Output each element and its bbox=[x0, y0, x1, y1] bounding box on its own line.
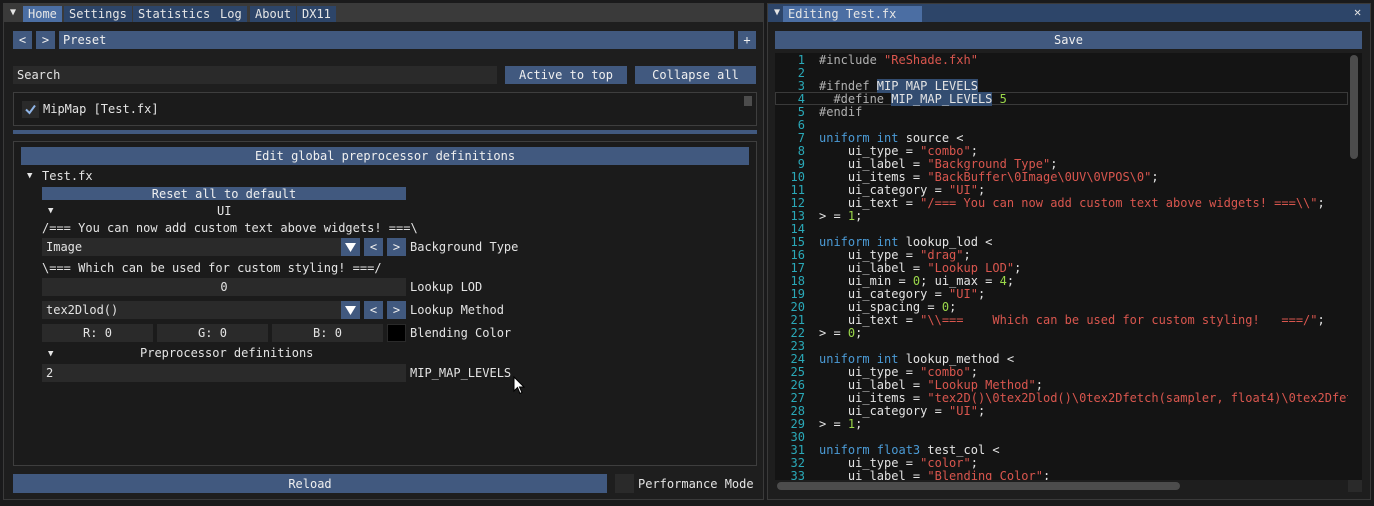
main-titlebar: ▼ Home Settings Statistics Log About DX1… bbox=[4, 4, 763, 22]
effect-list-scrollbar[interactable] bbox=[744, 96, 752, 106]
color-r-value: R: 0 bbox=[83, 326, 112, 340]
line-number: 33 bbox=[790, 469, 805, 481]
reload-button[interactable]: Reload bbox=[13, 474, 607, 493]
lookup-method-prev-button[interactable]: < bbox=[364, 301, 383, 319]
code-text: > = 1; bbox=[819, 417, 863, 431]
active-to-top-button[interactable]: Active to top bbox=[505, 66, 627, 84]
add-preset-button[interactable]: + bbox=[738, 31, 756, 49]
file-node-arrow-icon[interactable]: ▼ bbox=[27, 170, 32, 183]
editor-titlebar: ▼ Editing Test.fx ✕ bbox=[768, 4, 1370, 22]
category-arrow-icon[interactable]: ▼ bbox=[48, 205, 53, 218]
tab-home[interactable]: Home bbox=[23, 6, 62, 22]
blending-color-label: Blending Color bbox=[410, 326, 512, 340]
effect-checkbox[interactable] bbox=[22, 101, 39, 118]
lookup-method-label: Lookup Method bbox=[410, 303, 504, 317]
code-editor[interactable]: 1 #include "ReShade.fxh" 2 3 #ifndef MIP_MAP… bbox=[775, 53, 1362, 480]
background-type-value: Image bbox=[46, 240, 83, 254]
code-line[interactable]: 1 #include "ReShade.fxh" bbox=[775, 54, 1348, 67]
effect-item-label[interactable]: MipMap [Test.fx] bbox=[43, 103, 159, 116]
code-lines: 1 #include "ReShade.fxh" 2 3 #ifndef MIP_MAP… bbox=[775, 53, 1348, 481]
performance-mode-label: Performance Mode bbox=[638, 477, 754, 491]
preprocessor-arrow-icon[interactable]: ▼ bbox=[48, 348, 53, 361]
tab-settings[interactable]: Settings bbox=[64, 6, 132, 22]
color-b-input[interactable]: B: 0 bbox=[272, 324, 383, 342]
code-text: #endif bbox=[819, 105, 863, 119]
color-r-input[interactable]: R: 0 bbox=[42, 324, 153, 342]
background-type-label: Background Type bbox=[410, 240, 519, 254]
tab-dx11[interactable]: DX11 bbox=[297, 6, 336, 22]
custom-text-bottom: \=== Which can be used for custom stylin… bbox=[42, 261, 382, 275]
save-button[interactable]: Save bbox=[775, 31, 1362, 49]
preprocessor-header[interactable]: Preprocessor definitions bbox=[140, 347, 313, 360]
scroll-corner bbox=[1348, 480, 1362, 492]
background-type-dropdown-button[interactable] bbox=[341, 238, 360, 256]
mouse-cursor-icon bbox=[513, 376, 525, 395]
check-icon bbox=[25, 104, 36, 115]
file-node-label[interactable]: Test.fx bbox=[42, 170, 93, 183]
color-g-input[interactable]: G: 0 bbox=[157, 324, 268, 342]
editor-title-tab[interactable]: Editing Test.fx bbox=[783, 6, 922, 22]
preset-name: Preset bbox=[63, 33, 107, 47]
code-line[interactable]: 33 ui_label = "Blending Color"; bbox=[775, 469, 1348, 481]
tab-about[interactable]: About bbox=[250, 6, 297, 22]
tab-statistics[interactable]: Statistics bbox=[133, 6, 216, 22]
code-text: > = 0; bbox=[819, 326, 863, 340]
lookup-method-value: tex2Dlod() bbox=[46, 303, 119, 317]
performance-mode-checkbox[interactable] bbox=[615, 474, 634, 493]
preset-selector[interactable]: Preset bbox=[59, 31, 734, 49]
category-ui-label[interactable]: UI bbox=[217, 205, 231, 218]
lookup-lod-label: Lookup LOD bbox=[410, 280, 483, 294]
chevron-down-icon bbox=[345, 305, 356, 315]
code-text: ui_text = "/=== You can now add custom t… bbox=[819, 196, 1325, 210]
code-text: #include "ReShade.fxh" bbox=[819, 53, 978, 67]
collapse-all-button[interactable]: Collapse all bbox=[635, 66, 756, 84]
tab-log[interactable]: Log bbox=[215, 6, 247, 22]
collapse-window-icon[interactable]: ▼ bbox=[774, 6, 780, 19]
lookup-method-dropdown-button[interactable] bbox=[341, 301, 360, 319]
color-swatch[interactable] bbox=[387, 324, 406, 342]
mip-map-levels-input[interactable]: 2 bbox=[42, 364, 406, 382]
code-line[interactable]: 13 > = 1; bbox=[775, 210, 1348, 223]
chevron-down-icon bbox=[345, 242, 356, 252]
code-line[interactable]: 22 > = 0; bbox=[775, 327, 1348, 340]
next-preset-button[interactable]: > bbox=[36, 31, 55, 49]
prev-preset-button[interactable]: < bbox=[13, 31, 32, 49]
lookup-lod-drag[interactable]: 0 bbox=[42, 278, 406, 296]
panel-splitter[interactable] bbox=[13, 130, 757, 134]
custom-text-top: /=== You can now add custom text above w… bbox=[42, 221, 418, 235]
search-input[interactable]: Search bbox=[13, 66, 497, 84]
vertical-scrollbar[interactable] bbox=[1350, 55, 1358, 159]
background-type-next-button[interactable]: > bbox=[387, 238, 406, 256]
edit-global-preprocessor-button[interactable]: Edit global preprocessor definitions bbox=[21, 147, 749, 165]
background-type-prev-button[interactable]: < bbox=[364, 238, 383, 256]
collapse-window-icon[interactable]: ▼ bbox=[10, 6, 16, 19]
background-type-combo[interactable]: Image bbox=[42, 238, 360, 256]
effect-list: MipMap [Test.fx] bbox=[13, 92, 757, 126]
code-text: > = 1; bbox=[819, 209, 863, 223]
mip-map-levels-value: 2 bbox=[46, 366, 54, 380]
reset-all-button[interactable]: Reset all to default bbox=[42, 187, 406, 201]
code-text: ui_text = "\\=== Which can be used for c… bbox=[819, 313, 1325, 327]
search-placeholder: Search bbox=[17, 68, 61, 82]
lookup-lod-value: 0 bbox=[220, 280, 228, 294]
horizontal-scrollbar[interactable] bbox=[777, 482, 1180, 490]
code-text: ui_label = "Blending Color"; bbox=[819, 469, 1051, 481]
color-b-value: B: 0 bbox=[313, 326, 342, 340]
code-line[interactable]: 5 #endif bbox=[775, 106, 1348, 119]
mip-map-levels-label: MIP_MAP_LEVELS bbox=[410, 366, 512, 380]
code-line[interactable]: 29 > = 1; bbox=[775, 418, 1348, 431]
lookup-method-combo[interactable]: tex2Dlod() bbox=[42, 301, 360, 319]
lookup-method-next-button[interactable]: > bbox=[387, 301, 406, 319]
close-icon[interactable]: ✕ bbox=[1354, 6, 1361, 19]
color-g-value: G: 0 bbox=[198, 326, 227, 340]
